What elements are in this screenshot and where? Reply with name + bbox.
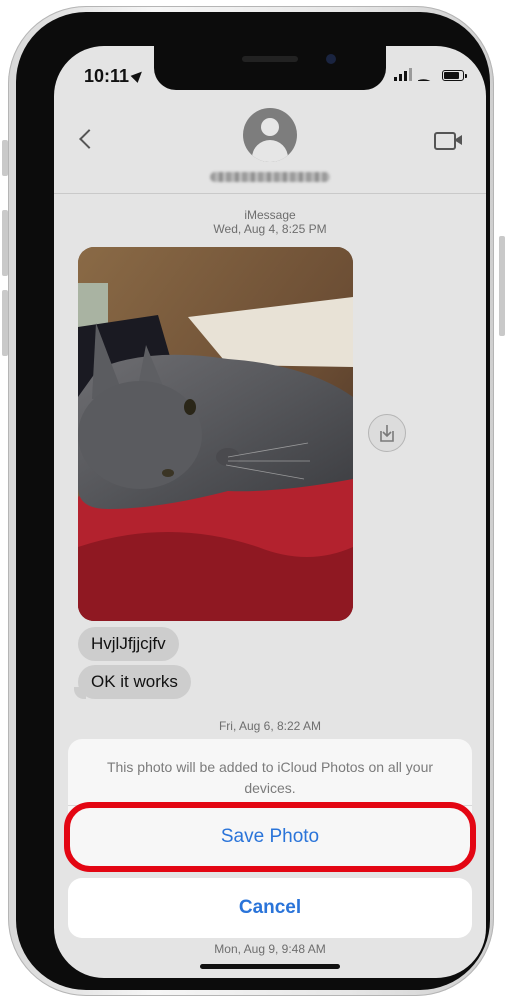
service-label: iMessage <box>244 208 296 222</box>
download-tray-icon <box>380 425 394 442</box>
power-button <box>499 236 505 336</box>
bubble-tail <box>74 687 86 699</box>
phone-screen: 10:11 iMessage Wed, Aug 4, 8:25 PM HvjlJ… <box>54 46 486 978</box>
cat-photo-attachment[interactable] <box>78 247 353 621</box>
message-timestamp: Mon, Aug 9, 9:48 AM <box>214 942 326 956</box>
notch <box>154 46 386 90</box>
location-arrow-icon <box>130 68 146 83</box>
status-time-text: 10:11 <box>84 66 130 86</box>
phone-bezel: 10:11 iMessage Wed, Aug 4, 8:25 PM HvjlJ… <box>16 12 490 990</box>
cancel-button[interactable]: Cancel <box>68 878 472 938</box>
message-bubble[interactable]: OK it works <box>74 665 191 699</box>
contact-avatar[interactable] <box>243 108 297 162</box>
earpiece-speaker <box>242 56 298 62</box>
conversation-header <box>54 96 486 194</box>
home-indicator[interactable] <box>200 964 340 969</box>
action-sheet: This photo will be added to iCloud Photo… <box>68 739 472 867</box>
cat-photo-image <box>78 247 353 621</box>
wifi-icon <box>418 68 436 81</box>
status-time: 10:11 <box>84 66 146 87</box>
avatar-head <box>261 118 279 136</box>
back-chevron-icon[interactable] <box>76 126 96 154</box>
message-bubble[interactable]: HvjlJfjjcjfv <box>78 627 179 661</box>
contact-name-blurred[interactable] <box>210 172 330 182</box>
front-camera <box>326 54 336 64</box>
message-timestamp: Fri, Aug 6, 8:22 AM <box>218 719 322 733</box>
message-text: HvjlJfjjcjfv <box>91 634 166 653</box>
facetime-video-icon[interactable] <box>434 130 464 150</box>
avatar-body <box>252 140 288 162</box>
status-indicators <box>394 68 467 81</box>
save-photo-button[interactable]: Save Photo <box>68 806 472 867</box>
battery-level <box>444 72 460 79</box>
save-attachment-button[interactable] <box>368 414 406 452</box>
message-text: OK it works <box>91 672 178 691</box>
battery-icon <box>442 70 467 81</box>
message-timestamp: Wed, Aug 4, 8:25 PM <box>213 222 327 236</box>
action-sheet-message: This photo will be added to iCloud Photo… <box>106 759 434 796</box>
cellular-signal-icon <box>394 68 412 81</box>
